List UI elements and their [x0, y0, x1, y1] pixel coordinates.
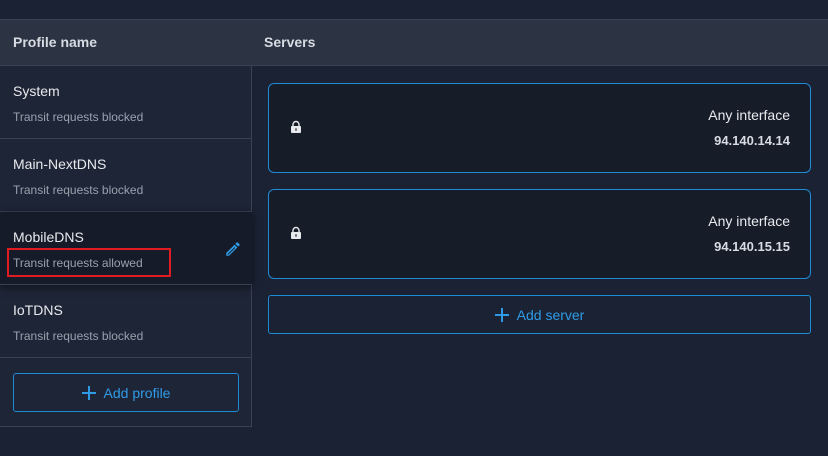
add-server-label: Add server [516, 306, 585, 323]
profile-status: Transit requests blocked [13, 110, 144, 124]
plus-icon [494, 307, 509, 322]
profile-name: System [13, 83, 60, 99]
server-interface: Any interface [708, 213, 790, 229]
table-header: Profile name Servers [0, 19, 828, 66]
profile-list: System Transit requests blocked Main-Nex… [0, 66, 252, 427]
dns-profiles-page: Profile name Servers System Transit requ… [0, 0, 828, 456]
column-header-profile-name: Profile name [13, 34, 98, 50]
highlight-box [7, 248, 171, 277]
server-card[interactable]: Any interface 94.140.14.14 [268, 83, 811, 173]
lock-icon [291, 226, 301, 239]
profile-status: Transit requests blocked [13, 329, 144, 343]
server-ip: 94.140.15.15 [714, 239, 790, 254]
profile-name: MobileDNS [13, 229, 84, 245]
profile-item-mobiledns[interactable]: MobileDNS Transit requests allowed [0, 212, 252, 285]
pencil-icon[interactable] [224, 240, 242, 258]
server-interface: Any interface [708, 107, 790, 123]
profile-name: Main-NextDNS [13, 156, 107, 172]
lock-icon [291, 120, 301, 133]
profile-status: Transit requests blocked [13, 183, 144, 197]
server-ip: 94.140.14.14 [714, 133, 790, 148]
profile-item-iotdns[interactable]: IoTDNS Transit requests blocked [0, 285, 251, 358]
server-card[interactable]: Any interface 94.140.15.15 [268, 189, 811, 279]
column-header-servers: Servers [264, 34, 316, 50]
add-profile-button[interactable]: Add profile [13, 373, 239, 412]
profile-item-main-nextdns[interactable]: Main-NextDNS Transit requests blocked [0, 139, 251, 212]
plus-icon [81, 385, 96, 400]
add-server-button[interactable]: Add server [268, 295, 811, 334]
add-profile-label: Add profile [103, 384, 171, 401]
profile-name: IoTDNS [13, 302, 63, 318]
profile-item-system[interactable]: System Transit requests blocked [0, 66, 251, 139]
